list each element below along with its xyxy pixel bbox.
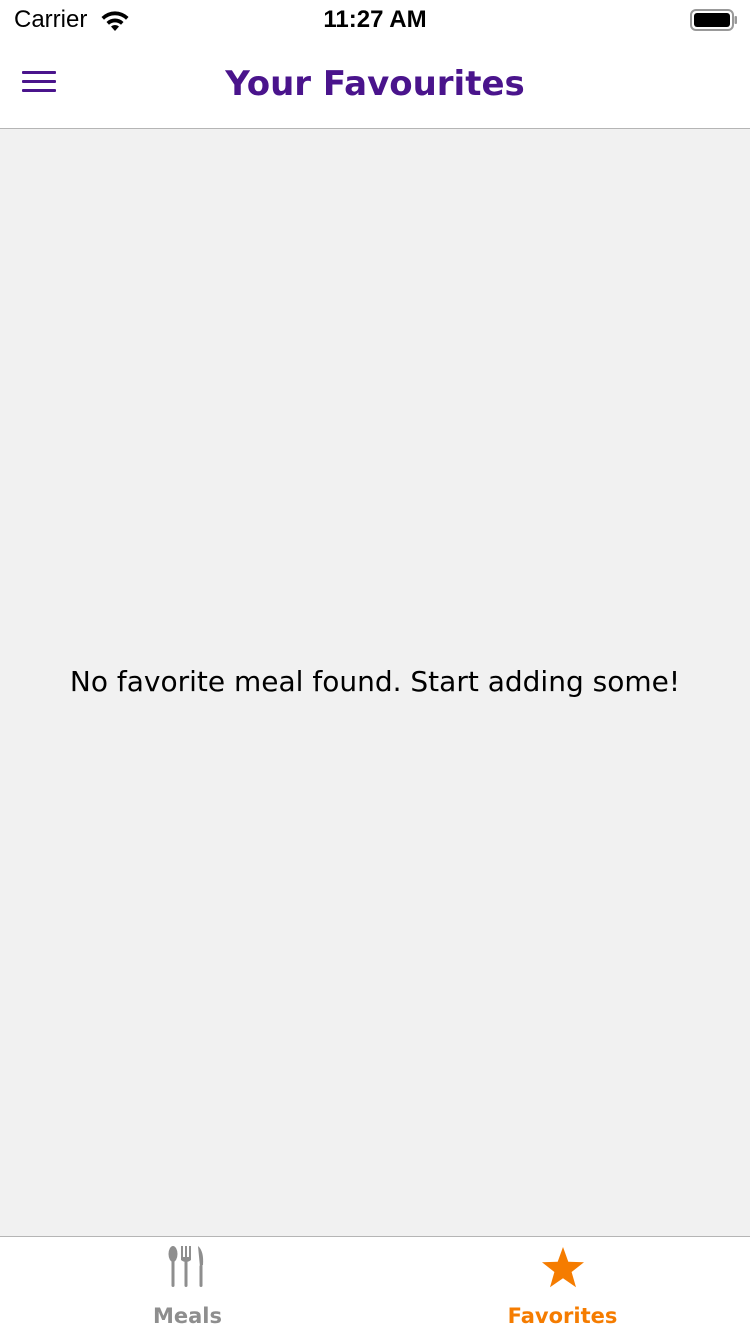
favorites-content: No favorite meal found. Start adding som… (0, 129, 750, 1236)
tab-label-meals: Meals (152, 1304, 222, 1328)
page-title: Your Favourites (225, 64, 525, 104)
star-icon (541, 1247, 584, 1288)
status-bar: Carrier 11:27 AM (0, 0, 750, 40)
status-time: 11:27 AM (323, 6, 427, 33)
tab-label-favorites: Favorites (507, 1304, 618, 1328)
battery-icon (690, 9, 737, 31)
tab-bar: Meals Favorites (0, 1236, 750, 1334)
empty-state-message: No favorite meal found. Start adding som… (69, 665, 681, 698)
cutlery-icon (168, 1246, 203, 1287)
tab-favorites[interactable]: Favorites (375, 1237, 750, 1335)
tab-meals[interactable]: Meals (0, 1237, 375, 1335)
navigation-header: Your Favourites (0, 40, 750, 129)
